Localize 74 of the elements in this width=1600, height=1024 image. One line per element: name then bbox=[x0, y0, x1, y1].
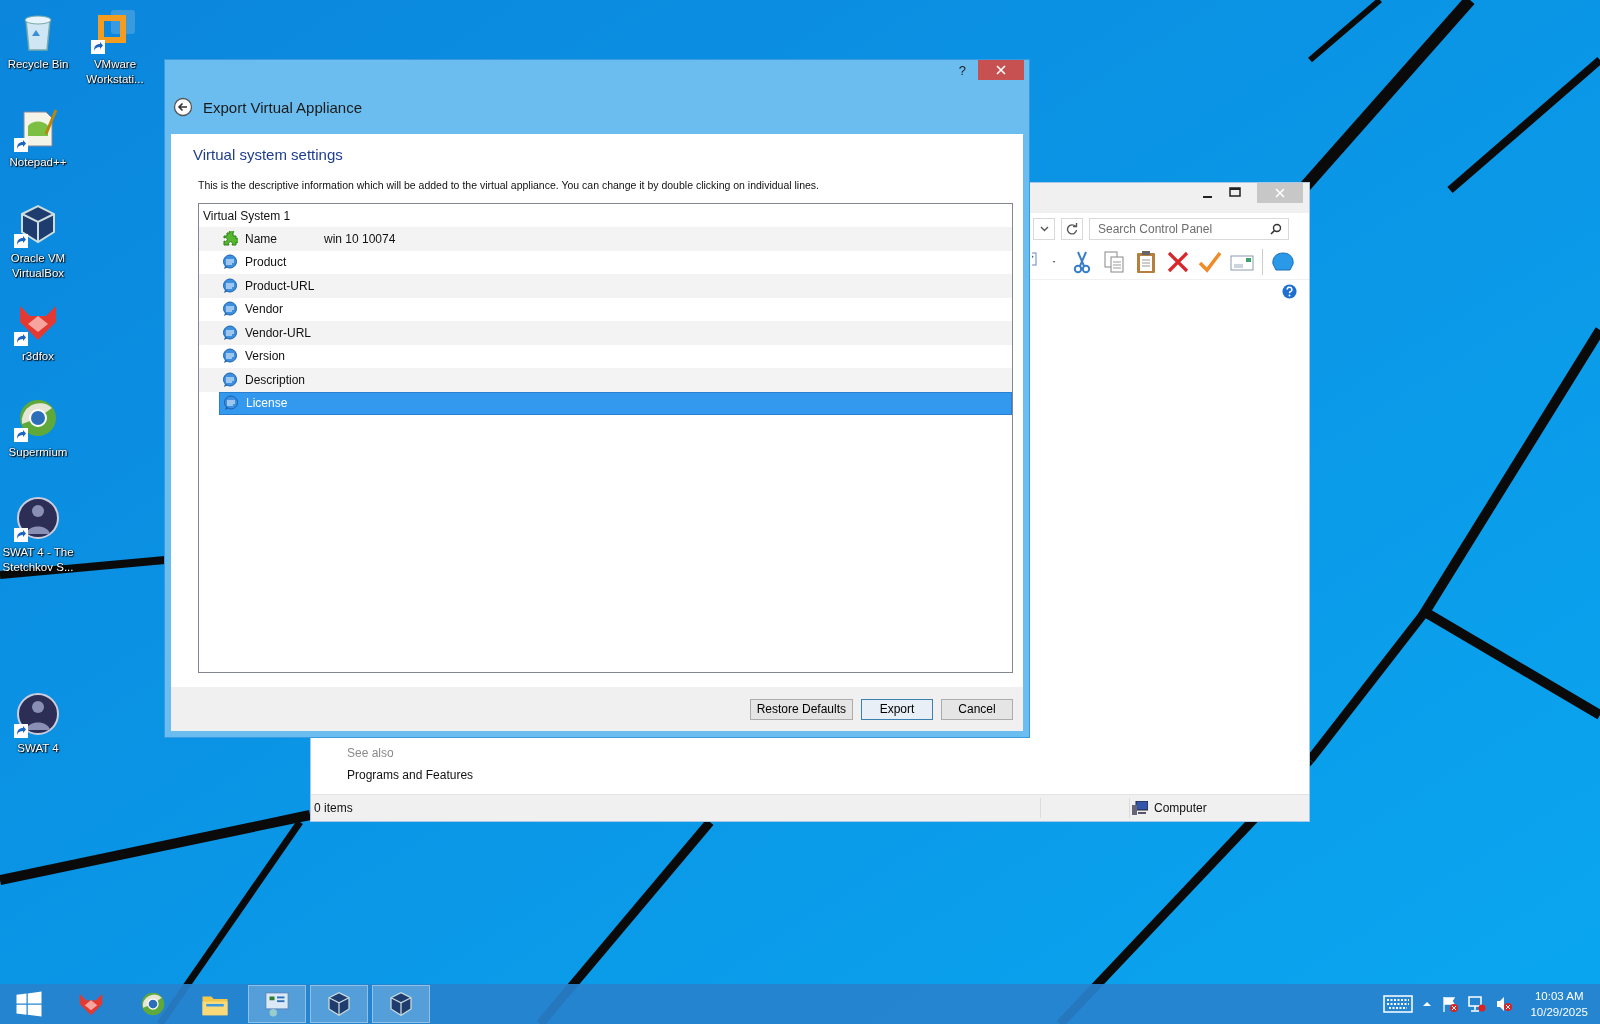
property-label: Product bbox=[245, 255, 288, 270]
taskbar-button[interactable] bbox=[248, 985, 306, 1023]
taskbar-button[interactable] bbox=[372, 985, 430, 1023]
tree-row[interactable]: Vendor bbox=[219, 297, 1012, 321]
desktop-icon-label[interactable]: Recycle Bin bbox=[1, 57, 75, 72]
shortcut-arrow-icon bbox=[14, 234, 28, 248]
property-label: Product-URL bbox=[245, 278, 316, 293]
property-label: License bbox=[246, 396, 289, 411]
tree-group-label[interactable]: Virtual System 1 bbox=[203, 208, 291, 223]
chevron-down-icon bbox=[1039, 226, 1049, 232]
help-button[interactable]: ? bbox=[958, 63, 966, 78]
dialog-button[interactable]: Cancel bbox=[941, 698, 1013, 720]
dialog-button[interactable]: Export bbox=[861, 698, 933, 720]
help-icon[interactable] bbox=[1282, 284, 1297, 299]
shortcut-arrow-icon bbox=[14, 332, 28, 346]
clock-date[interactable]: 10/29/2025 bbox=[1530, 1004, 1588, 1020]
section-label: See also bbox=[347, 746, 395, 760]
refresh-icon bbox=[1066, 223, 1078, 235]
refresh-button[interactable] bbox=[1061, 218, 1083, 240]
property-label: Version bbox=[245, 349, 287, 364]
person-icon[interactable] bbox=[14, 690, 62, 738]
tree-row[interactable]: Version bbox=[219, 344, 1012, 368]
windows-logo-icon bbox=[14, 989, 44, 1019]
desktop-icon-label[interactable]: Oracle VM VirtualBox bbox=[1, 251, 75, 281]
property-value: win 10 10074 bbox=[324, 231, 396, 246]
property-label: Vendor-URL bbox=[245, 325, 313, 340]
shortcut-arrow-icon bbox=[14, 138, 28, 152]
volume-muted-icon[interactable] bbox=[1495, 995, 1514, 1013]
page-heading: Virtual system settings bbox=[193, 146, 344, 163]
speech-bubble-icon bbox=[222, 254, 238, 271]
property-label: Description bbox=[245, 372, 307, 387]
shortcut-arrow-icon bbox=[91, 40, 105, 54]
keyboard-icon[interactable] bbox=[1383, 995, 1414, 1013]
speech-bubble-icon bbox=[222, 371, 238, 388]
computer-icon bbox=[1132, 801, 1148, 815]
show-hidden-icons-icon[interactable] bbox=[1422, 1000, 1433, 1008]
dropdown-button[interactable] bbox=[1033, 218, 1055, 240]
network-icon[interactable] bbox=[1468, 995, 1487, 1013]
desktop-icon-label[interactable]: VMware Workstati... bbox=[78, 57, 152, 87]
property-label: Name bbox=[245, 231, 278, 246]
taskbar-button[interactable] bbox=[310, 985, 368, 1023]
property-label: Vendor bbox=[245, 302, 285, 317]
delete-icon[interactable] bbox=[1166, 250, 1190, 274]
speech-bubble-icon bbox=[222, 348, 238, 365]
speech-bubble-icon bbox=[222, 324, 238, 341]
speech-bubble-icon bbox=[222, 301, 238, 318]
back-icon[interactable] bbox=[173, 97, 193, 117]
desktop-icon-label[interactable]: Supermium bbox=[1, 445, 75, 460]
shell-icon[interactable] bbox=[1271, 250, 1295, 274]
flag-icon[interactable] bbox=[1441, 995, 1460, 1013]
shortcut-arrow-icon bbox=[14, 528, 28, 542]
control-panel-icon bbox=[262, 989, 292, 1019]
dialog-button[interactable]: Restore Defaults bbox=[749, 698, 853, 720]
puzzle-piece-icon bbox=[222, 230, 238, 247]
close-button[interactable] bbox=[978, 60, 1024, 80]
item-count: 0 items bbox=[314, 801, 354, 815]
person-icon[interactable] bbox=[14, 494, 62, 542]
description-text: This is the descriptive information which will be added to the virtual appliance. You can change it by double clicking on individual lines. bbox=[198, 179, 821, 191]
location-label: Computer bbox=[1154, 801, 1207, 815]
speech-bubble-icon bbox=[222, 277, 238, 294]
desktop-icon-label[interactable]: Notepad++ bbox=[1, 155, 75, 170]
paste-icon[interactable] bbox=[1134, 250, 1158, 274]
search-field[interactable]: Search Control Panel bbox=[1089, 218, 1289, 240]
shortcut-arrow-icon bbox=[14, 724, 28, 738]
clock-time[interactable]: 10:03 AM bbox=[1534, 988, 1584, 1004]
close-icon bbox=[996, 65, 1006, 75]
speech-bubble-icon bbox=[223, 395, 239, 412]
search-icon[interactable] bbox=[1270, 223, 1282, 235]
dialog-title: Export Virtual Appliance bbox=[203, 98, 362, 116]
related-link[interactable]: Programs and Features bbox=[347, 768, 474, 782]
close-icon bbox=[1275, 188, 1285, 198]
shortcut-arrow-icon bbox=[14, 428, 28, 442]
tree-row[interactable]: Product bbox=[219, 250, 1012, 274]
checkmark-icon[interactable] bbox=[1198, 250, 1222, 274]
